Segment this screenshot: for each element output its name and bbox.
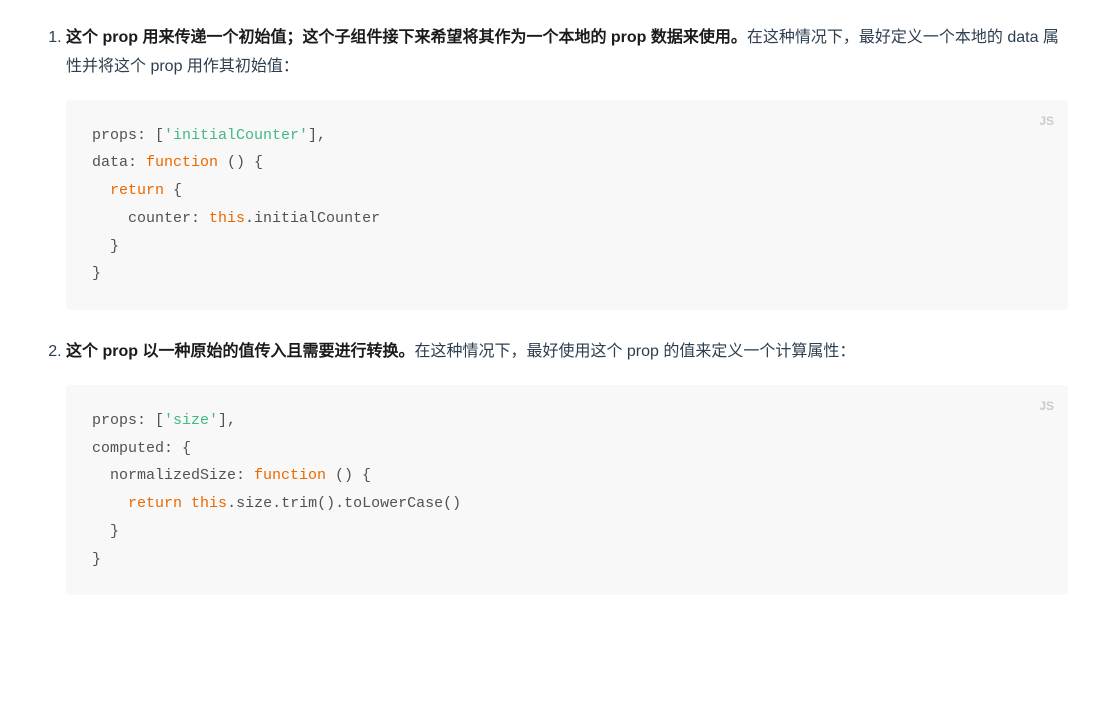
ordered-list: 这个 prop 用来传递一个初始值；这个子组件接下来希望将其作为一个本地的 pr…: [36, 24, 1068, 595]
code-string: 'size': [164, 412, 218, 429]
item-2-normal: 在这种情况下，最好使用这个 prop 的值来定义一个计算属性：: [414, 343, 855, 360]
list-item-1: 这个 prop 用来传递一个初始值；这个子组件接下来希望将其作为一个本地的 pr…: [66, 24, 1068, 310]
code-text: props: [: [92, 412, 164, 429]
code-text: props: [: [92, 127, 164, 144]
code-text: normalizedSize:: [92, 467, 254, 484]
code-text: ],: [218, 412, 236, 429]
code-text: }: [92, 238, 119, 255]
item-2-text: 这个 prop 以一种原始的值传入且需要进行转换。在这种情况下，最好使用这个 p…: [66, 338, 1068, 367]
code-text: ],: [308, 127, 326, 144]
code-text: () {: [218, 154, 263, 171]
code-text: .initialCounter: [245, 210, 380, 227]
code-text: [92, 182, 110, 199]
code-text: }: [92, 523, 119, 540]
code-text: () {: [326, 467, 371, 484]
code-keyword: return: [128, 495, 182, 512]
code-text: }: [92, 265, 101, 282]
list-item-2: 这个 prop 以一种原始的值传入且需要进行转换。在这种情况下，最好使用这个 p…: [66, 338, 1068, 595]
code-keyword: function: [146, 154, 218, 171]
code-this: this: [209, 210, 245, 227]
code-string: 'initialCounter': [164, 127, 308, 144]
code-this: this: [191, 495, 227, 512]
code-text: .size.trim().toLowerCase(): [227, 495, 461, 512]
item-2-bold: 这个 prop 以一种原始的值传入且需要进行转换。: [66, 343, 414, 360]
code-text: [182, 495, 191, 512]
code-keyword: return: [110, 182, 164, 199]
code-text: }: [92, 551, 101, 568]
item-1-bold: 这个 prop 用来传递一个初始值；这个子组件接下来希望将其作为一个本地的 pr…: [66, 29, 747, 46]
code-lang-badge: JS: [1039, 395, 1054, 417]
code-text: computed: {: [92, 440, 191, 457]
code-text: counter:: [92, 210, 209, 227]
code-text: data:: [92, 154, 146, 171]
code-block-2: JS props: ['size'], computed: { normalize…: [66, 385, 1068, 596]
code-text: {: [164, 182, 182, 199]
code-lang-badge: JS: [1039, 110, 1054, 132]
code-text: [92, 495, 128, 512]
code-keyword: function: [254, 467, 326, 484]
item-1-text: 这个 prop 用来传递一个初始值；这个子组件接下来希望将其作为一个本地的 pr…: [66, 24, 1068, 82]
code-block-1: JS props: ['initialCounter'], data: funct…: [66, 100, 1068, 311]
